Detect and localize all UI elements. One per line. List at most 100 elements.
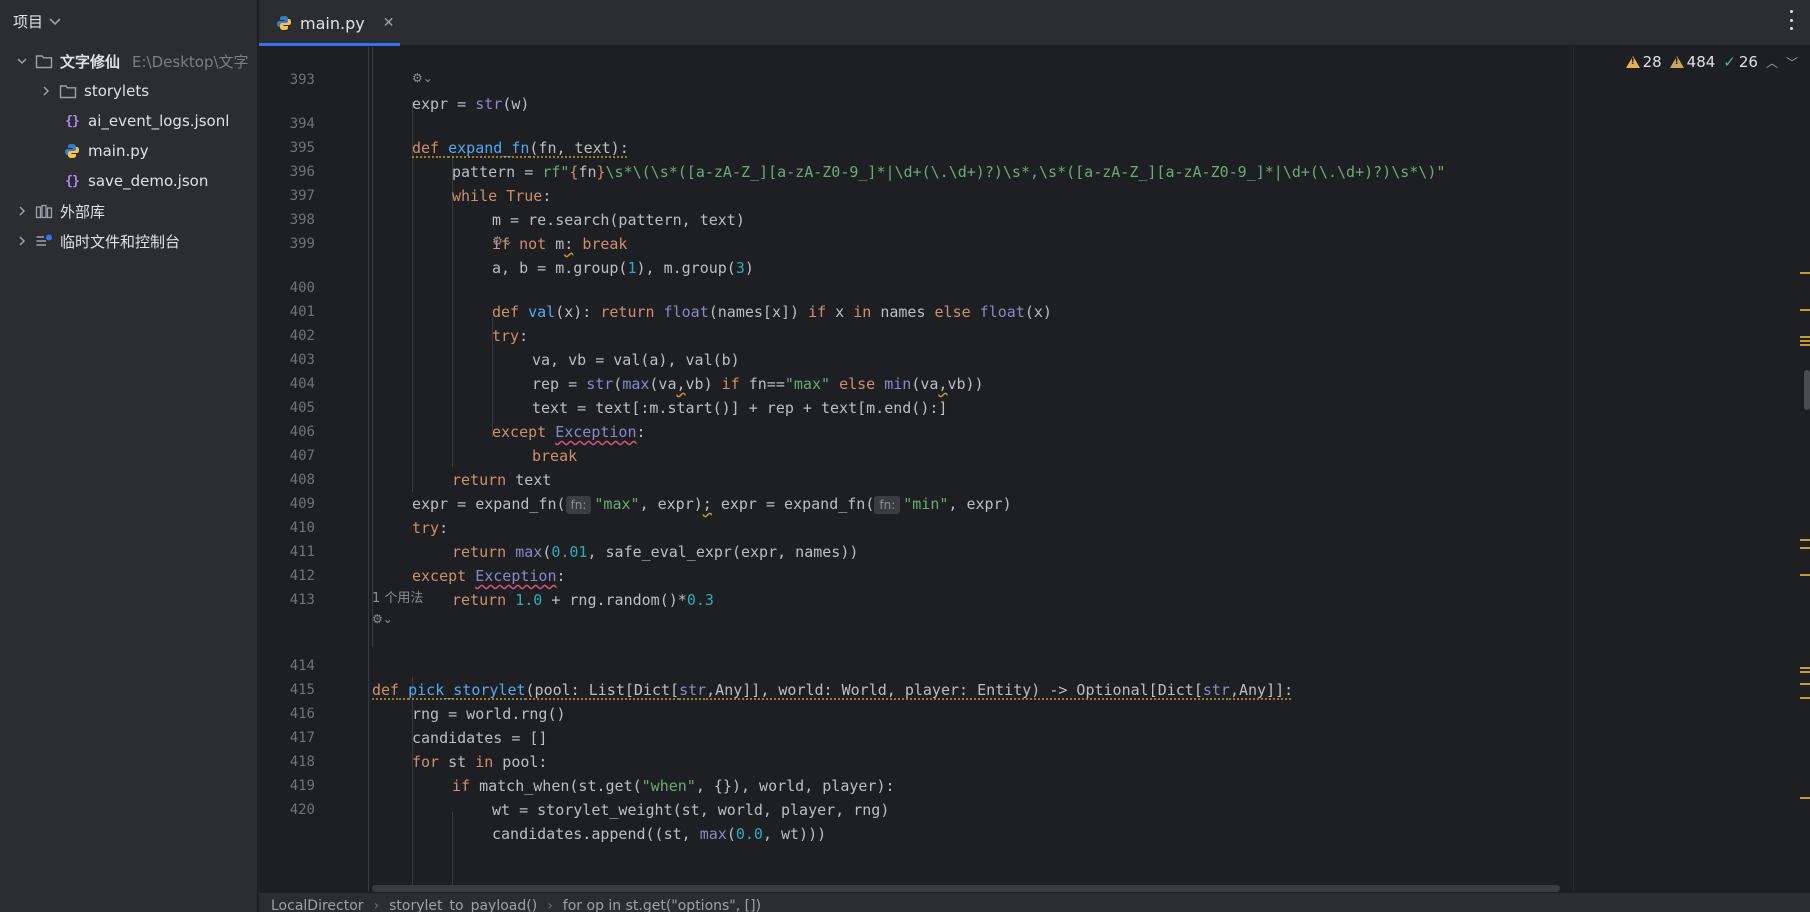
breadcrumb-item[interactable]: for op in st.get("options", []) — [563, 893, 761, 912]
tree-item-label: main.py — [88, 142, 149, 160]
code-editor[interactable]: 393 expr = str(w) ⚙⌄ 394 def expand_fn(f… — [259, 47, 1573, 891]
code-line: 396 while True: — [259, 136, 1573, 205]
code-line: 404 text = text[:m.start()] + rep + text… — [259, 348, 1573, 417]
code-line: 415 rng = world.rng() — [259, 654, 1573, 723]
weak-warnings-count[interactable]: 484 — [1669, 53, 1716, 71]
ai-assistant-icon[interactable]: ⚙⌄ — [492, 232, 513, 250]
weak-warning-icon — [1669, 56, 1684, 68]
error-stripe-marker[interactable] — [1800, 336, 1810, 338]
close-icon[interactable]: ✕ — [383, 15, 395, 31]
line-number: 420 — [289, 802, 315, 818]
error-stripe-marker[interactable] — [1800, 797, 1810, 799]
ai-assistant-icon[interactable]: ⚙⌄ — [412, 69, 433, 87]
folder-icon — [34, 52, 54, 70]
chevron-right-icon[interactable] — [14, 203, 30, 219]
tree-item-save-demo[interactable]: {} save_demo.json — [0, 166, 257, 196]
tree-item-project-root[interactable]: 文字修仙 E:\Desktop\文字 — [0, 46, 257, 76]
code-line: 407 return text — [259, 420, 1573, 489]
weak-warnings-count-label: 484 — [1686, 53, 1716, 71]
chevron-right-icon[interactable] — [14, 233, 30, 249]
tree-item-storylets[interactable]: storylets — [0, 76, 257, 106]
project-view-header[interactable]: 项目 — [0, 0, 257, 42]
previous-highlight-icon[interactable]: ︿ — [1766, 54, 1778, 71]
tree-item-main-py[interactable]: main.py — [0, 136, 257, 166]
breadcrumb-separator: › — [373, 898, 380, 912]
error-stripe-marker[interactable] — [1800, 344, 1810, 346]
horizontal-scrollbar[interactable] — [372, 885, 1560, 892]
error-stripe-marker[interactable] — [1800, 272, 1810, 274]
tree-item-label: storylets — [84, 82, 150, 100]
error-stripe-marker[interactable] — [1800, 547, 1810, 549]
chevron-right-icon[interactable] — [38, 83, 54, 99]
json-file-icon: {} — [65, 113, 80, 129]
code-line: 413 — [259, 564, 1573, 608]
breadcrumb: LocalDirector › storylet_to_payload() › … — [259, 892, 1810, 912]
code-line: 400 def val(x): return float(names[x]) i… — [259, 252, 1573, 321]
typo-count[interactable]: ✓ 26 — [1723, 53, 1758, 71]
error-stripe-marker[interactable] — [1800, 667, 1810, 669]
python-file-icon — [276, 15, 292, 31]
error-stripe-marker[interactable] — [1800, 340, 1810, 342]
code-line: 402 va, vb = val(a), val(b) — [259, 300, 1573, 369]
usage-hint[interactable]: 1 个用法 — [372, 589, 423, 609]
code-line: 417 for st in pool: — [259, 702, 1573, 771]
chevron-down-icon[interactable] — [14, 53, 30, 69]
json-file-icon: {} — [65, 173, 80, 189]
code-line: 394 def expand_fn(fn, text): — [259, 88, 1573, 157]
project-name: 文字修仙 — [60, 52, 121, 71]
code-line: 395 pattern = rf"{fn}\s*\(\s*([a-zA-Z_][… — [259, 112, 1573, 181]
breadcrumb-item[interactable]: LocalDirector — [271, 893, 364, 912]
vertical-scrollbar-thumb[interactable] — [1804, 370, 1810, 410]
tree-item-label: save_demo.json — [88, 172, 209, 190]
project-view-title: 项目 — [13, 12, 44, 31]
inspection-widget[interactable]: 28 484 ✓ 26 ︿ ﹀ — [1625, 53, 1798, 71]
more-options-icon[interactable] — [1788, 10, 1794, 30]
code-line: 409 try: — [259, 468, 1573, 537]
python-file-icon — [62, 142, 82, 160]
tree-item-label: 临时文件和控制台 — [60, 232, 181, 251]
error-stripe-marker[interactable] — [1800, 683, 1810, 685]
tree-item-external-libraries[interactable]: 外部库 — [0, 196, 257, 226]
project-sidebar: 项目 文字修仙 E:\Desktop\文字 storylets {} ai_ev… — [0, 0, 258, 912]
active-tab-indicator — [259, 43, 400, 46]
library-icon — [34, 202, 54, 220]
code-line: 403 rep = str(max(va,vb) if fn=="max" el… — [259, 324, 1573, 393]
error-stripe-marker[interactable] — [1800, 574, 1810, 576]
code-line: 411 except Exception: — [259, 516, 1573, 585]
editor-tab-bar: main.py ✕ — [259, 0, 1810, 46]
tab-label: main.py — [300, 13, 365, 33]
error-stripe-marker[interactable] — [1800, 539, 1810, 541]
code-line: 398 if not m: break — [259, 184, 1573, 253]
tree-item-label: 外部库 — [60, 202, 106, 221]
code-line: 419 wt = storylet_weight(st, world, play… — [259, 750, 1573, 819]
typo-count-label: 26 — [1738, 53, 1758, 71]
code-line: 412 return 1.0 + rng.random()*0.3 — [259, 540, 1573, 609]
breadcrumb-item[interactable]: storylet_to_payload() — [389, 893, 537, 912]
scratches-icon — [34, 232, 54, 250]
check-icon: ✓ — [1723, 53, 1736, 71]
code-line: 418 if match_when(st.get("when", {}), wo… — [259, 726, 1573, 795]
code-line: 410 return max(0.01, safe_eval_expr(expr… — [259, 492, 1573, 561]
tree-item-ai-event-logs[interactable]: {} ai_event_logs.jsonl — [0, 106, 257, 136]
line-number: 413 — [289, 592, 315, 608]
tab-main-py[interactable]: main.py ✕ — [259, 0, 400, 46]
tree-item-label: ai_event_logs.jsonl — [88, 112, 230, 130]
folder-icon — [58, 82, 78, 100]
tree-item-scratches[interactable]: 临时文件和控制台 — [0, 226, 257, 256]
breadcrumb-separator: › — [547, 898, 553, 912]
code-line: 416 candidates = [] — [259, 678, 1573, 747]
error-stripe-marker[interactable] — [1800, 671, 1810, 673]
code-line: 420 candidates.append((st, max(0.0, wt))… — [259, 774, 1573, 843]
indent-guide — [452, 812, 453, 891]
error-stripe-marker[interactable] — [1800, 309, 1810, 311]
next-highlight-icon[interactable]: ﹀ — [1786, 54, 1798, 71]
warnings-count-label: 28 — [1642, 53, 1662, 71]
warning-icon — [1625, 56, 1640, 68]
error-stripe-marker[interactable] — [1800, 697, 1810, 699]
project-tree: 文字修仙 E:\Desktop\文字 storylets {} ai_event… — [0, 46, 257, 256]
chevron-down-icon[interactable] — [49, 15, 61, 29]
ai-assistant-icon[interactable]: ⚙⌄ — [372, 610, 393, 628]
code-line: 397 m = re.search(pattern, text) — [259, 160, 1573, 229]
warnings-count[interactable]: 28 — [1625, 53, 1662, 71]
code-line: 399 a, b = m.group(1), m.group(3) — [259, 208, 1573, 277]
